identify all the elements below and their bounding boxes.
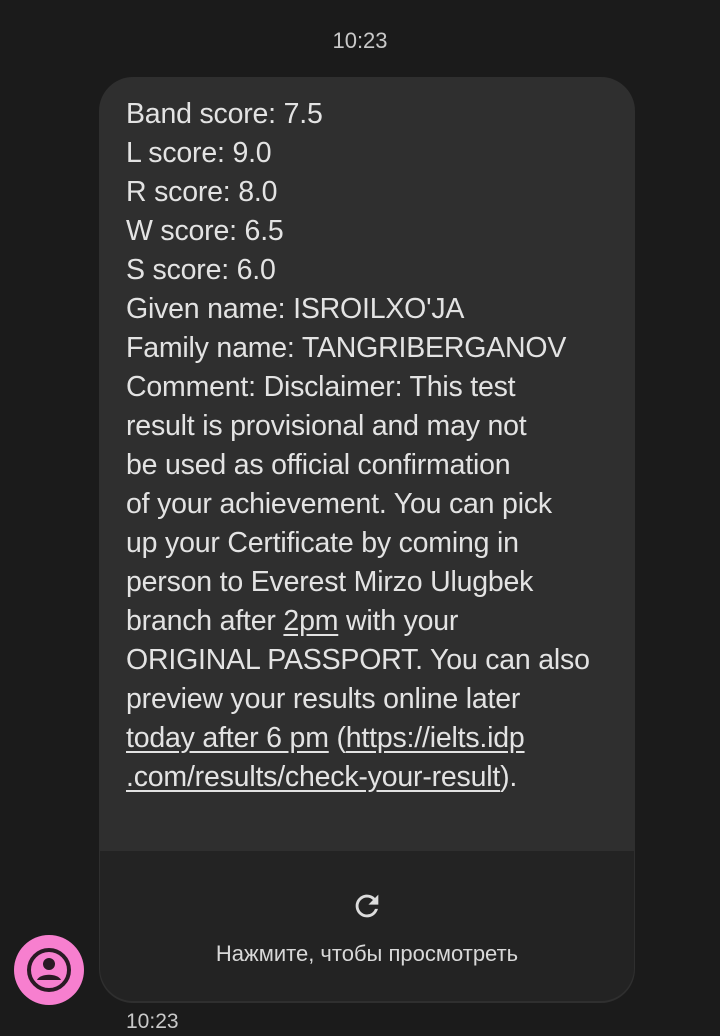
message-line: ORIGINAL PASSPORT. You can also — [126, 644, 590, 676]
message-line: branch after 2pm with your — [126, 602, 626, 641]
time-link[interactable]: 2pm — [283, 605, 338, 637]
message-line: R score: 8.0 — [126, 176, 278, 208]
attachment-preview[interactable]: Нажмите, чтобы просмотреть — [100, 851, 634, 1001]
reload-icon[interactable] — [350, 889, 384, 923]
message-line: Family name: TANGRIBERGANOV — [126, 332, 567, 364]
message-line: up your Certificate by coming in — [126, 527, 519, 559]
avatar[interactable] — [14, 935, 84, 1005]
messages-screen: 10:23 Band score: 7.5 L score: 9.0 R sco… — [0, 0, 720, 1036]
message-text-segment: ( — [328, 722, 346, 754]
results-url-link[interactable]: .com/results/check-your-result — [126, 761, 500, 793]
message-line: .com/results/check-your-result). — [126, 758, 626, 797]
tap-to-view-label: Нажмите, чтобы просмотреть — [215, 941, 519, 966]
results-url-link[interactable]: https://ielts.idp — [346, 722, 525, 754]
message-line: of your achievement. You can pick — [126, 488, 552, 520]
message-line: result is provisional and may not — [126, 410, 527, 442]
message-line: S score: 6.0 — [126, 254, 276, 286]
message-text-segment: with your — [338, 605, 459, 637]
message-line: Comment: Disclaimer: This test — [126, 371, 516, 403]
message-bubble[interactable]: Band score: 7.5 L score: 9.0 R score: 8.… — [99, 77, 635, 1003]
message-text-segment: branch after — [126, 605, 284, 637]
message-line: Band score: 7.5 — [126, 98, 323, 130]
message-line: L score: 9.0 — [126, 137, 272, 169]
message-line: today after 6 pm (https://ielts.idp — [126, 719, 626, 758]
message-line: person to Everest Mirzo Ulugbek — [126, 566, 534, 598]
message-line: preview your results online later — [126, 683, 521, 715]
message-line: W score: 6.5 — [126, 215, 284, 247]
message-text: Band score: 7.5 L score: 9.0 R score: 8.… — [126, 95, 626, 797]
person-icon — [27, 948, 71, 992]
today-time-link[interactable]: today after 6 pm — [126, 722, 329, 754]
message-line: be used as official confirmation — [126, 449, 511, 481]
message-timestamp: 10:23 — [332, 28, 388, 53]
message-text-segment: ). — [500, 761, 518, 793]
message-line: Given name: ISROILXO'JA — [126, 293, 465, 325]
message-timestamp: 10:23 — [126, 1010, 179, 1033]
